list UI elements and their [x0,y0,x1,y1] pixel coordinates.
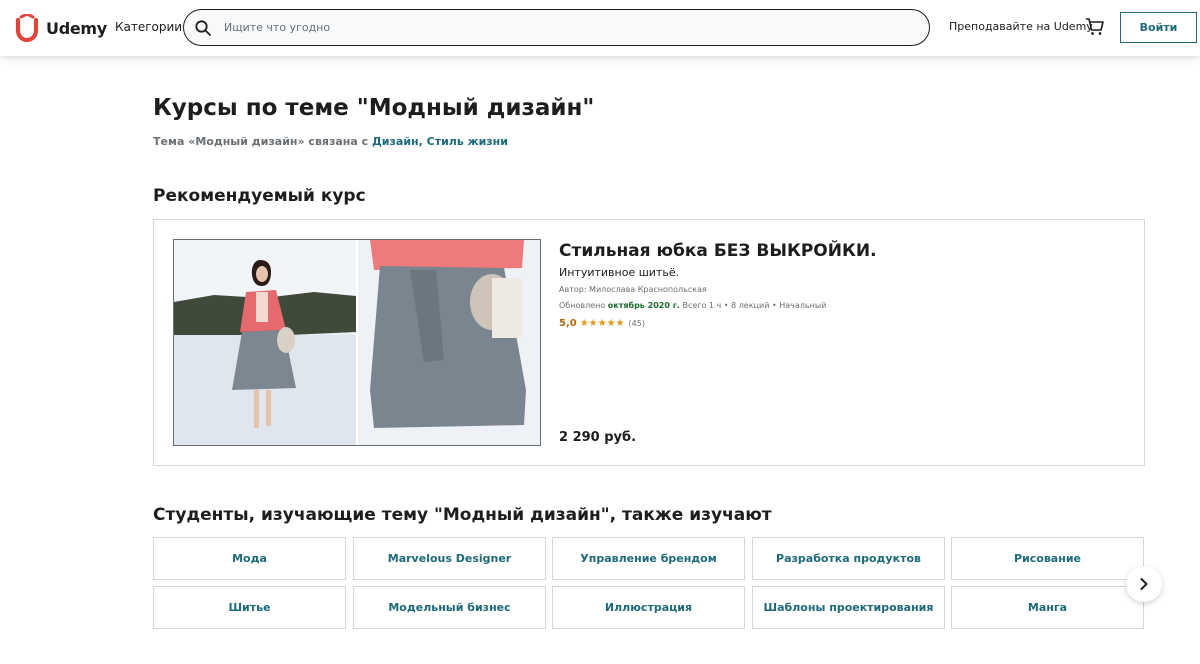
search-icon[interactable] [194,19,212,37]
udemy-logo-icon [15,14,39,42]
course-image[interactable] [173,239,541,446]
rating-value: 5,0 [559,318,577,329]
topic-links[interactable]: Дизайн, Стиль жизни [372,135,508,148]
topic-button[interactable]: Marvelous Designer [353,537,546,580]
course-rating: 5,0 ★★★★★ (45) [559,318,645,329]
udemy-logo[interactable]: Udemy [12,14,107,42]
star-rating-icon: ★★★★★ [579,318,625,329]
topic-button[interactable]: Шитье [153,586,346,629]
page-title: Курсы по теме "Модный дизайн" [153,95,595,121]
updated-date: октябрь 2020 г. [607,301,680,310]
topic-button[interactable]: Манга [951,586,1144,629]
featured-heading: Рекомендуемый курс [153,186,366,206]
carousel-next-button[interactable] [1126,566,1162,602]
categories-menu[interactable]: Категории [115,20,182,34]
topic-button[interactable]: Модельный бизнес [353,586,546,629]
course-price: 2 290 руб. [559,430,637,445]
course-meta: Обновлено октябрь 2020 г. Всего 1 ч • 8 … [559,301,826,310]
topic-button[interactable]: Мода [153,537,346,580]
top-header: Udemy Категории Преподавайте на Udemy Во… [0,0,1200,56]
logo-text: Udemy [46,18,107,38]
topic-button[interactable]: Разработка продуктов [752,537,945,580]
search-bar[interactable] [183,9,930,46]
login-button[interactable]: Войти [1120,12,1197,43]
chevron-right-icon [1140,578,1148,590]
course-details: Всего 1 ч • 8 лекций • Начальный [679,301,827,310]
related-topics-line: Тема «Модный дизайн» связана с Дизайн, С… [153,135,508,148]
shopping-cart-icon[interactable] [1085,17,1105,37]
related-heading: Студенты, изучающие тему "Модный дизайн"… [153,505,772,525]
topic-button[interactable]: Иллюстрация [552,586,745,629]
topic-button[interactable]: Шаблоны проектирования [752,586,945,629]
topic-prefix: Тема «Модный дизайн» связана с [153,135,372,148]
search-input[interactable] [224,21,904,34]
featured-course-card[interactable]: Стильная юбка БЕЗ ВЫКРОЙКИ. Интуитивное … [153,219,1145,466]
updated-prefix: Обновлено [559,301,608,310]
course-title[interactable]: Стильная юбка БЕЗ ВЫКРОЙКИ. [559,241,877,261]
course-author: Автор: Милослава Краснопольская [559,285,707,294]
teach-on-udemy-link[interactable]: Преподавайте на Udemy [949,20,1093,33]
topic-button[interactable]: Управление брендом [552,537,745,580]
course-image-illustration [174,240,540,445]
topic-button[interactable]: Рисование [951,537,1144,580]
course-subtitle: Интуитивное шитьё. [559,266,680,279]
rating-count: (45) [628,319,645,328]
